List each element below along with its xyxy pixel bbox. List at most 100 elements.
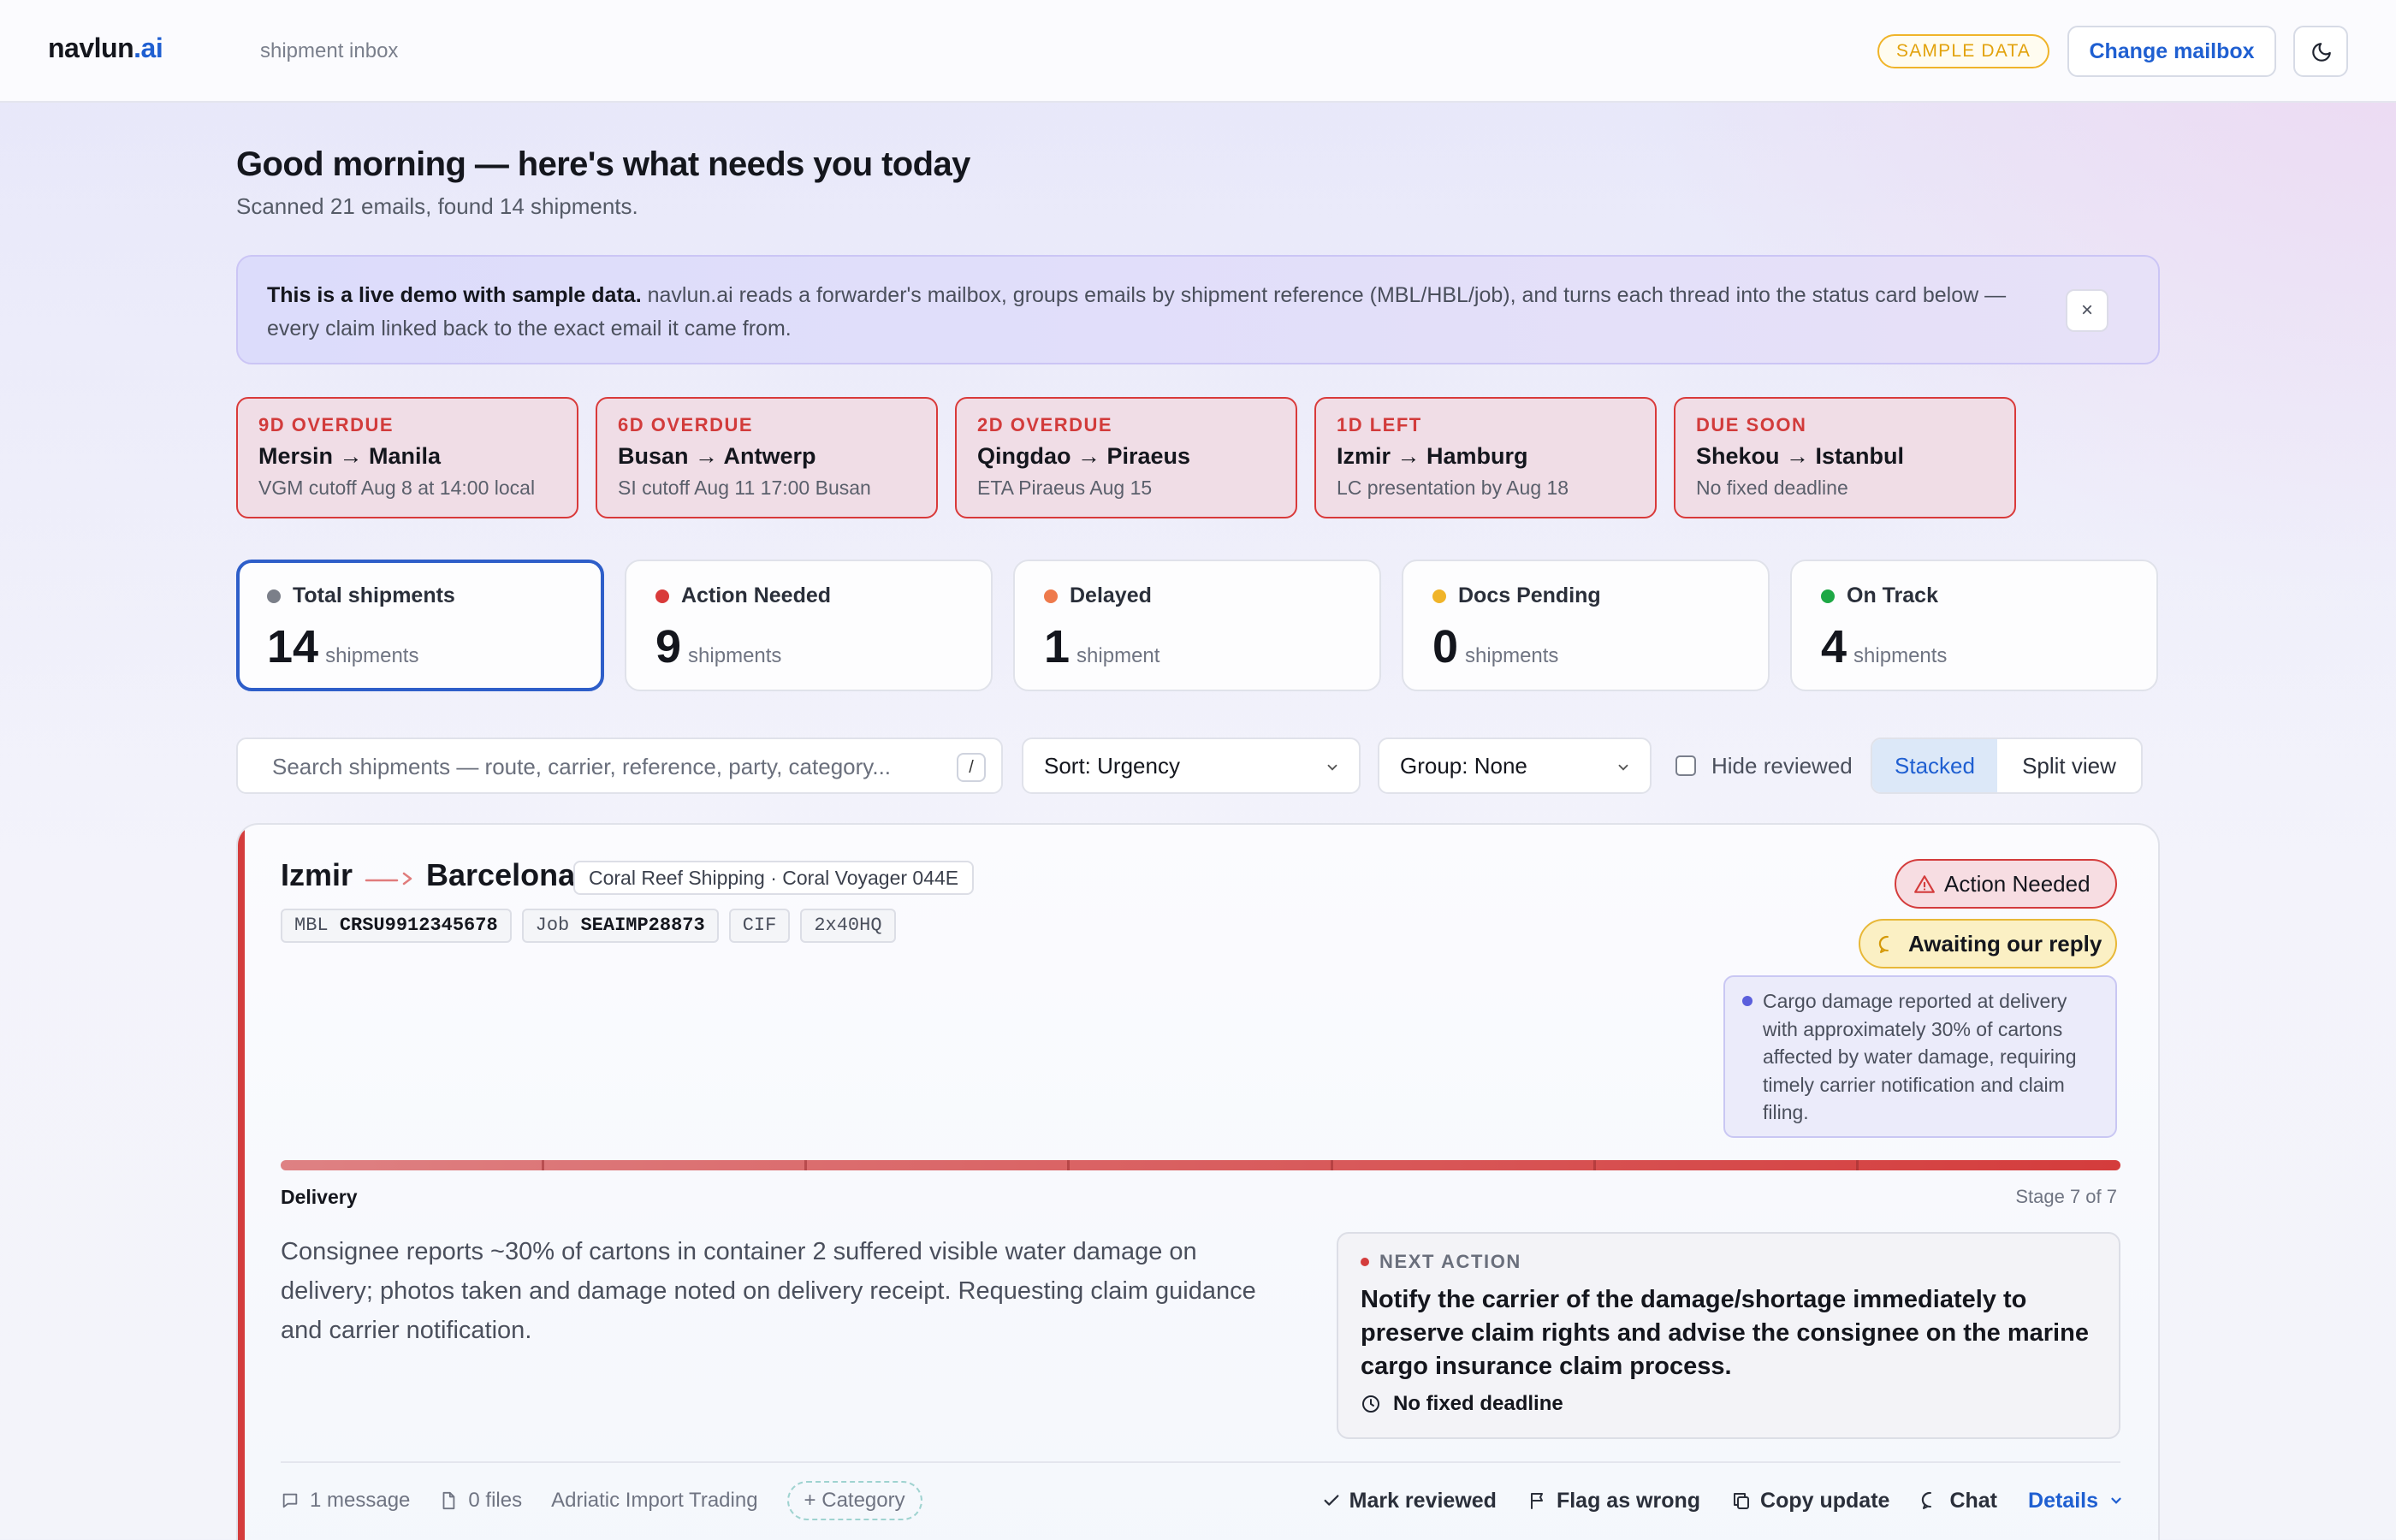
stat-value: 1 (1044, 621, 1070, 672)
next-action-dot (1361, 1258, 1369, 1266)
job-tag[interactable]: Job SEAIMP28873 (521, 909, 719, 943)
chat-icon (1922, 1491, 1932, 1509)
copy-icon (1734, 1493, 1750, 1509)
deadline-route: Mersin → Manila (258, 443, 442, 469)
mbl-tag[interactable]: MBL CRSU9912345678 (281, 909, 512, 943)
awaiting-reply-badge: Awaiting our reply (1859, 919, 2117, 968)
deadline-note: LC presentation by Aug 18 (1337, 477, 1569, 499)
chevron-down-icon (1618, 764, 1628, 771)
search-box: / (236, 737, 1003, 794)
deadline-route: Qingdao → Piraeus (977, 443, 1191, 469)
deadline-card[interactable]: 2D OVERDUE Qingdao → Piraeus ETA Piraeus… (955, 397, 1297, 518)
message-icon (282, 1493, 298, 1508)
theme-toggle-button[interactable] (2293, 26, 2348, 77)
stat-unit: shipments (325, 644, 419, 667)
deadline-route: Busan → Antwerp (618, 443, 816, 469)
status-dot (1044, 589, 1058, 603)
flag-wrong-button[interactable]: Flag as wrong (1527, 1489, 1700, 1513)
stat-card-delayed[interactable]: Delayed 1 shipment (1013, 560, 1381, 691)
check-icon (1324, 1495, 1339, 1506)
search-shortcut-hint: / (957, 753, 986, 782)
add-category-button[interactable]: + Category (786, 1481, 922, 1520)
deadline-card[interactable]: 9D OVERDUE Mersin → Manila VGM cutoff Au… (236, 397, 578, 518)
copy-update-label: Copy update (1760, 1488, 1890, 1513)
urgency-bar (238, 825, 245, 1540)
clock-icon (1362, 1395, 1379, 1413)
stat-label: Total shipments (293, 583, 455, 607)
stat-label: On Track (1847, 583, 1938, 607)
warning-icon (1914, 875, 1935, 893)
stat-value: 9 (655, 621, 682, 672)
route-arrow-icon (365, 872, 412, 886)
mark-reviewed-button[interactable]: Mark reviewed (1322, 1489, 1497, 1513)
stage-progress-bar (281, 1160, 2120, 1170)
sort-select-value: Sort: Urgency (1044, 753, 1180, 779)
chevron-down-icon (2111, 1497, 2121, 1504)
stat-label: Action Needed (681, 583, 832, 607)
next-action-label: NEXT ACTION (1379, 1251, 1521, 1272)
flag-icon (1530, 1493, 1543, 1509)
stat-value: 4 (1821, 621, 1847, 672)
app-logo[interactable]: navlun.ai (48, 33, 163, 64)
next-action-deadline: No fixed deadline (1393, 1392, 1563, 1415)
top-bar: navlun.ai shipment inbox SAMPLE DATA Cha… (0, 0, 2396, 103)
hide-reviewed-checkbox[interactable] (1675, 755, 1696, 776)
deadline-card[interactable]: DUE SOON Shekou → Istanbul No fixed dead… (1674, 397, 2016, 518)
details-label: Details (2028, 1488, 2098, 1513)
stat-label: Docs Pending (1458, 583, 1601, 607)
stage-counter: Stage 7 of 7 (2015, 1186, 2117, 1207)
deadline-route: Shekou → Istanbul (1696, 443, 1905, 469)
job-label: Job (535, 915, 570, 936)
job-number: SEAIMP28873 (580, 915, 705, 936)
status-dot (267, 589, 281, 603)
chat-button[interactable]: Chat (1920, 1489, 1997, 1513)
equipment-tag: 2x40HQ (800, 909, 896, 943)
stat-unit: shipments (1465, 644, 1559, 667)
stat-card-on-track[interactable]: On Track 4 shipments (1790, 560, 2158, 691)
view-split-button[interactable]: Split view (1997, 739, 2141, 792)
stat-card-total[interactable]: Total shipments 14 shipments (236, 560, 604, 691)
deadline-note: VGM cutoff Aug 8 at 14:00 local (258, 477, 536, 499)
carrier-vessel-chip: Coral Reef Shipping · Coral Voyager 044E (573, 861, 975, 895)
message-count[interactable]: 1 message (281, 1489, 410, 1513)
insight-text: Cargo damage reported at delivery with a… (1763, 990, 2077, 1123)
filter-toolbar: / Sort: Urgency Group: None Hide reviewe… (236, 737, 2143, 794)
file-count[interactable]: 0 files (439, 1489, 522, 1513)
change-mailbox-button[interactable]: Change mailbox (2067, 26, 2276, 77)
file-count-label: 0 files (468, 1489, 523, 1512)
flag-wrong-label: Flag as wrong (1556, 1488, 1701, 1513)
mbl-label: MBL (294, 915, 329, 936)
card-meta: 1 message 0 files Adriatic Import Tradin… (281, 1481, 922, 1520)
page-title: Good morning — here's what needs you tod… (236, 145, 970, 183)
stage-name: Delivery (281, 1186, 358, 1208)
stat-card-docs-pending[interactable]: Docs Pending 0 shipments (1402, 560, 1770, 691)
app-subtitle: shipment inbox (260, 39, 399, 62)
search-input[interactable] (272, 748, 922, 785)
status-badge-label: Action Needed (1944, 871, 2091, 897)
chat-label: Chat (1949, 1488, 1998, 1513)
shipment-card[interactable]: Izmir Barcelona Coral Reef Shipping · Co… (236, 823, 2160, 1540)
deadline-card[interactable]: 1D LEFT Izmir → Hamburg LC presentation … (1314, 397, 1657, 518)
stat-label: Delayed (1070, 583, 1152, 607)
stat-unit: shipments (688, 644, 782, 667)
stat-unit: shipments (1853, 644, 1948, 667)
group-select[interactable]: Group: None (1378, 737, 1652, 794)
stat-card-action-needed[interactable]: Action Needed 9 shipments (625, 560, 993, 691)
view-stacked-button[interactable]: Stacked (1872, 739, 1997, 792)
status-dot (655, 589, 669, 603)
stage-divider (542, 1160, 544, 1170)
stage-divider (804, 1160, 807, 1170)
deadline-status: 1D LEFT (1337, 414, 1422, 435)
stage-divider (1067, 1160, 1070, 1170)
banner-close-button[interactable]: × (2066, 289, 2108, 332)
details-button[interactable]: Details (2028, 1489, 2124, 1513)
stat-unit: shipment (1076, 644, 1160, 667)
mark-reviewed-label: Mark reviewed (1349, 1488, 1497, 1513)
hide-reviewed-toggle[interactable]: Hide reviewed (1675, 737, 1853, 794)
file-icon (442, 1491, 455, 1510)
logo-main: navlun (48, 33, 134, 63)
deadline-note: ETA Piraeus Aug 15 (977, 477, 1153, 499)
copy-update-button[interactable]: Copy update (1731, 1489, 1889, 1513)
sort-select[interactable]: Sort: Urgency (1022, 737, 1361, 794)
deadline-card[interactable]: 6D OVERDUE Busan → Antwerp SI cutoff Aug… (596, 397, 938, 518)
